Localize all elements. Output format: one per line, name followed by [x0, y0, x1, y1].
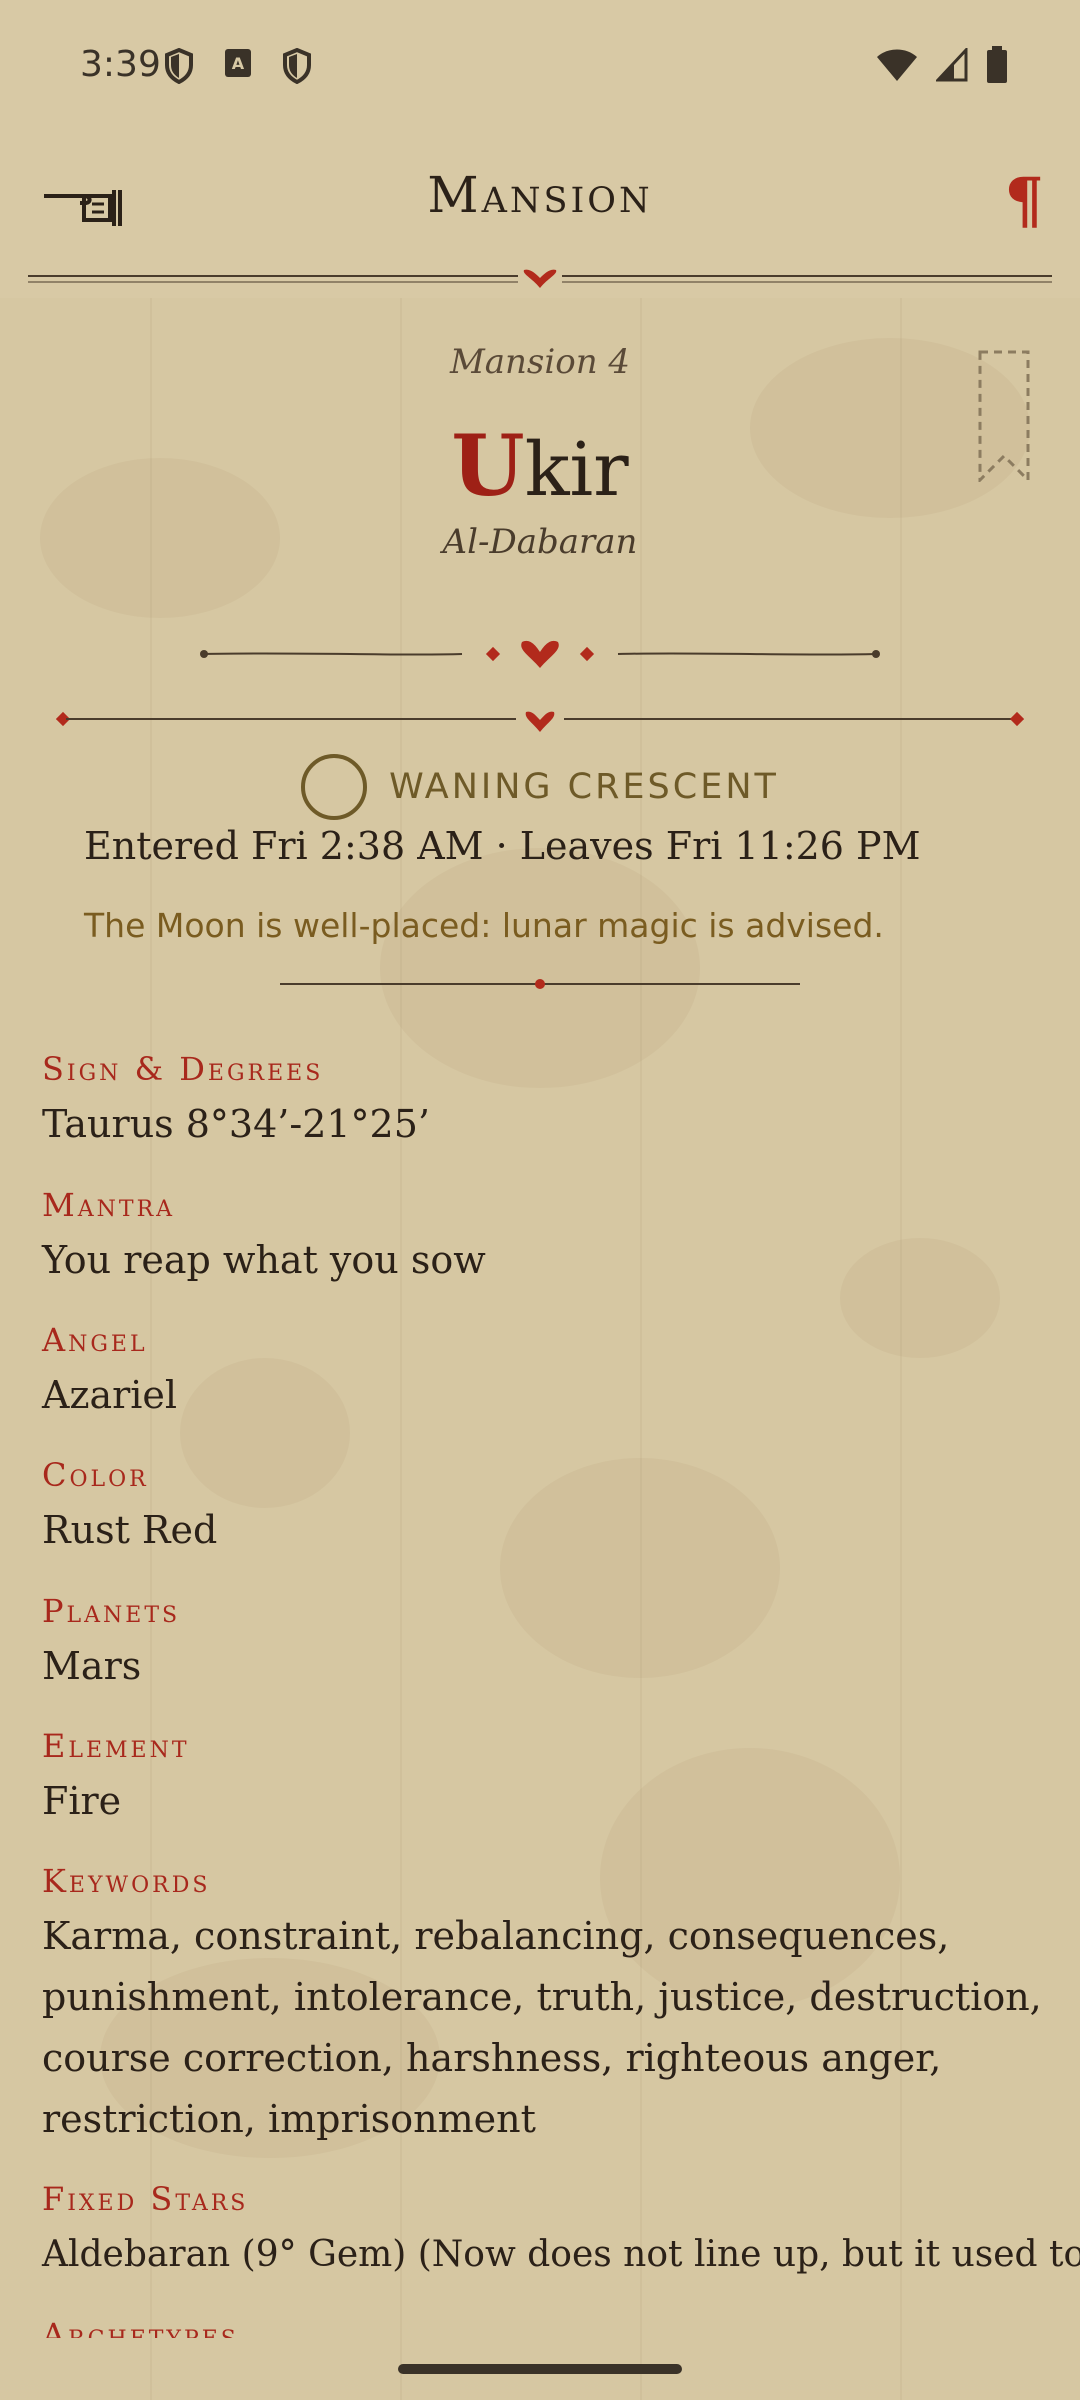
moon-phase-label: WANING CRESCENT	[389, 767, 779, 807]
home-indicator[interactable]	[398, 2364, 682, 2374]
bookmark-icon[interactable]	[978, 350, 1030, 482]
status-time: 3:39	[80, 44, 161, 85]
field-sign-degrees: Sign & Degrees Taurus 8°34’-21°25’	[42, 1050, 1050, 1155]
field-angel: Angel Azariel	[42, 1321, 1050, 1426]
signal-icon	[936, 48, 968, 82]
battery-icon	[987, 46, 1007, 83]
shield-icon-2	[283, 48, 311, 84]
mansion-name: Ukir	[0, 416, 1080, 515]
small-divider	[280, 979, 800, 989]
pilcrow-icon[interactable]: ¶	[1005, 164, 1044, 237]
moon-advice: The Moon is well-placed: lunar magic is …	[84, 906, 884, 945]
field-planets: Planets Mars	[42, 1592, 1050, 1697]
shield-icon	[165, 48, 193, 84]
field-value: You reap what you sow	[42, 1238, 486, 1282]
svg-text:A: A	[232, 54, 245, 73]
ornament-divider	[200, 640, 880, 668]
field-value: Mars	[42, 1644, 142, 1688]
page-title: Mansion	[427, 166, 653, 224]
field-value: Taurus 8°34’-21°25’	[42, 1102, 430, 1146]
field-keywords: Keywords Karma, constraint, rebalancing,…	[42, 1862, 1050, 2150]
section-divider	[56, 711, 1024, 732]
field-label: Fixed Stars	[42, 2180, 249, 2218]
field-mantra: Mantra You reap what you sow	[42, 1186, 1050, 1291]
field-label: Color	[42, 1456, 149, 1494]
field-value: Karma, constraint, rebalancing, conseque…	[42, 1914, 1042, 2141]
field-label: Sign & Degrees	[42, 1050, 324, 1088]
app-bar: Mansion ¶	[0, 136, 1080, 298]
mansion-arabic-name: Al-Dabaran	[442, 522, 638, 562]
status-bar: 3:39 A	[0, 0, 1080, 136]
field-fixed-stars: Fixed Stars Aldebaran (9° Gem) (Now does…	[42, 2180, 1080, 2285]
field-label: Planets	[42, 1592, 181, 1630]
field-value: Fire	[42, 1779, 122, 1823]
field-label: Element	[42, 1727, 190, 1765]
field-label: Keywords	[42, 1862, 211, 1900]
mansion-number: Mansion 4	[449, 342, 631, 382]
header-divider	[28, 269, 1052, 288]
app-a-icon: A	[225, 49, 251, 77]
wifi-icon	[877, 49, 917, 81]
field-color: Color Rust Red	[42, 1456, 1050, 1561]
field-archetypes: Archetypes	[42, 2316, 1050, 2338]
field-value: Azariel	[42, 1373, 178, 1417]
mansion-timing: Entered Fri 2:38 AM · Leaves Fri 11:26 P…	[84, 824, 921, 868]
mansion-name-rest: kir	[524, 427, 629, 513]
field-element: Element Fire	[42, 1727, 1050, 1832]
field-label: Archetypes	[42, 2316, 239, 2338]
mansion-name-initial: U	[451, 416, 525, 515]
moon-phase-icon	[301, 754, 368, 820]
field-label: Angel	[42, 1321, 148, 1359]
field-value: Rust Red	[42, 1508, 218, 1552]
moon-phase-row: WANING CRESCENT	[0, 754, 1080, 820]
field-label: Mantra	[42, 1186, 176, 1224]
field-value: Aldebaran (9° Gem) (Now does not line up…	[42, 2234, 1080, 2275]
